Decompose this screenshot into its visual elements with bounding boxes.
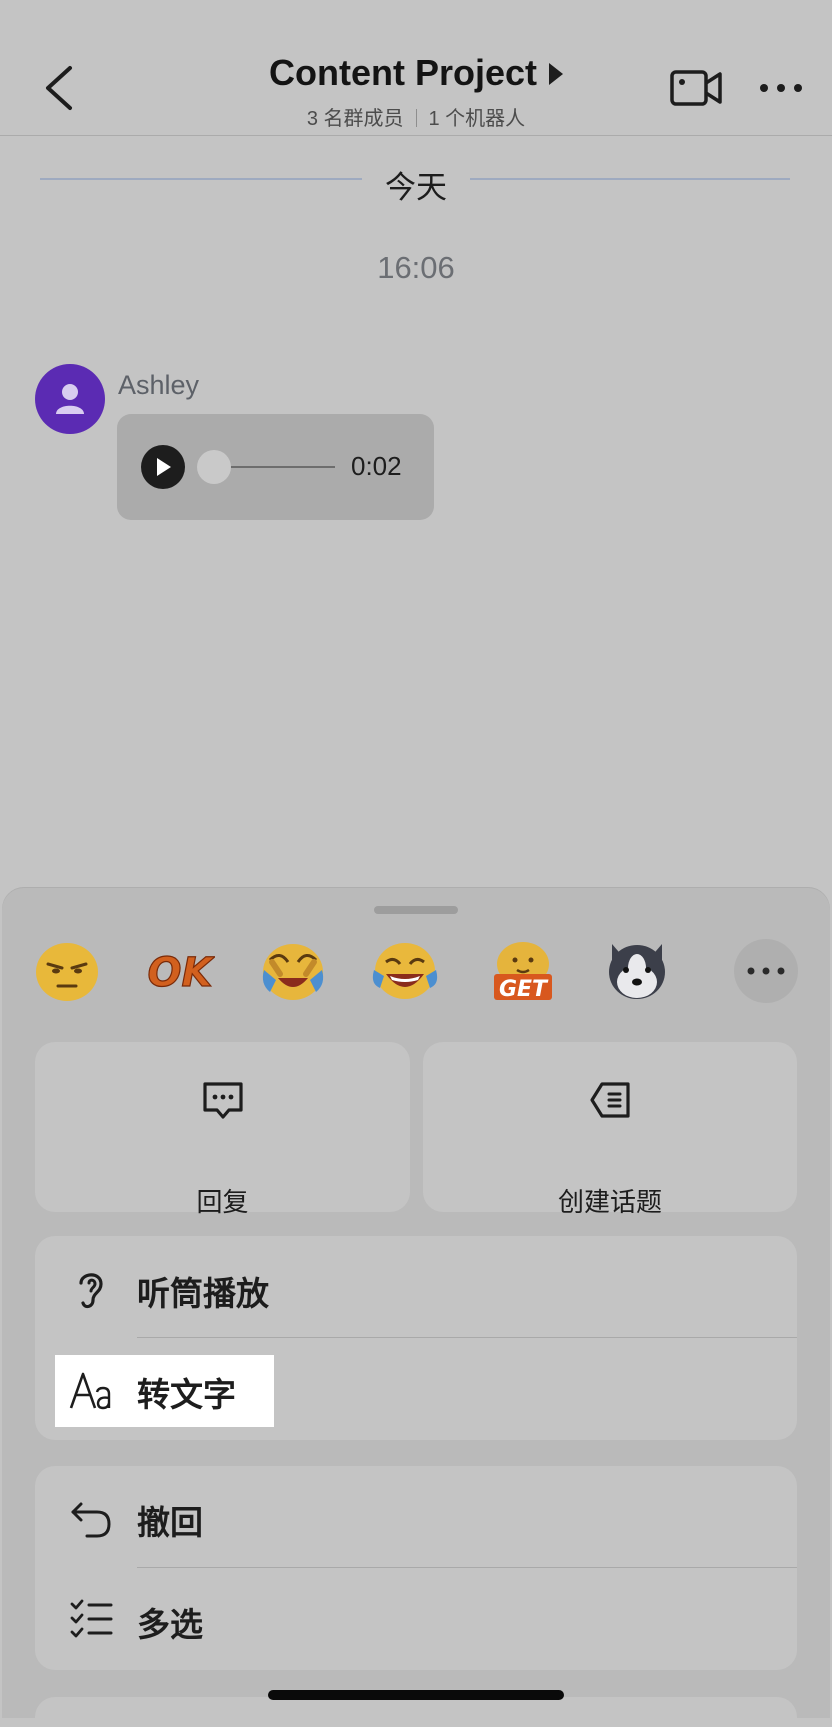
checklist-icon — [70, 1599, 113, 1638]
sheet-drag-handle[interactable] — [374, 906, 458, 914]
create-topic-label: 创建话题 — [557, 1187, 662, 1217]
home-indicator[interactable] — [268, 1690, 564, 1700]
play-button[interactable] — [141, 445, 185, 489]
play-icon — [157, 458, 171, 476]
create-topic-button[interactable]: 创建话题 — [423, 1042, 797, 1217]
subtitle-divider — [415, 109, 417, 127]
avatar[interactable] — [35, 364, 105, 434]
svg-text:OK: OK — [148, 950, 216, 996]
convert-to-text-label: 转文字 — [137, 1376, 236, 1413]
ok-sticker[interactable]: OK — [145, 940, 215, 1002]
voice-message-bubble[interactable]: 0:02 — [117, 414, 434, 520]
more-dots-icon — [747, 967, 785, 975]
message-timestamp: 16:06 — [377, 250, 455, 285]
audio-progress-track[interactable] — [215, 466, 335, 468]
next-options-group-peek — [35, 1697, 797, 1727]
video-call-icon[interactable] — [670, 68, 722, 108]
user-icon — [56, 384, 84, 414]
date-divider-line-right — [470, 178, 790, 180]
message-options-group: 撤回 多选 — [35, 1466, 797, 1670]
convert-to-text-item[interactable]: 转文字 — [35, 1338, 797, 1438]
get-sticker[interactable]: GET — [490, 940, 556, 1002]
recall-item[interactable]: 撤回 — [35, 1466, 797, 1566]
earpiece-playback-item[interactable]: 听筒播放 — [35, 1237, 797, 1337]
more-reactions-button[interactable] — [734, 939, 798, 1003]
sender-name: Ashley — [118, 370, 200, 400]
husky-dog-emoji[interactable] — [604, 940, 670, 1002]
reply-button[interactable]: 回复 — [35, 1042, 410, 1217]
topic-icon — [590, 1082, 630, 1118]
tears-of-joy-emoji[interactable] — [372, 940, 438, 1002]
audio-progress-knob[interactable] — [197, 450, 231, 484]
reply-bubble-icon — [202, 1082, 243, 1119]
multi-select-item[interactable]: 多选 — [35, 1568, 797, 1668]
chat-header: Content Project 3 名群成员 1 个机器人 — [0, 0, 832, 136]
svg-text:GET: GET — [499, 977, 549, 1002]
earpiece-playback-label: 听筒播放 — [137, 1275, 269, 1312]
crying-laughing-emoji[interactable] — [260, 940, 326, 1002]
date-divider: 今天 — [385, 170, 447, 205]
text-aa-icon — [69, 1372, 111, 1410]
chat-title[interactable]: Content Project — [269, 52, 537, 94]
undo-icon — [71, 1502, 111, 1538]
grumpy-face-emoji[interactable] — [34, 940, 100, 1002]
more-options-icon[interactable] — [758, 82, 804, 94]
reply-label: 回复 — [196, 1187, 249, 1217]
member-count: 3 名群成员 — [306, 108, 404, 130]
multi-select-label: 多选 — [137, 1606, 203, 1643]
voice-duration: 0:02 — [351, 451, 402, 481]
ear-icon — [79, 1273, 103, 1309]
bot-count: 1 个机器人 — [428, 108, 526, 130]
caret-right-icon[interactable] — [549, 63, 563, 85]
recall-label: 撤回 — [137, 1504, 203, 1541]
